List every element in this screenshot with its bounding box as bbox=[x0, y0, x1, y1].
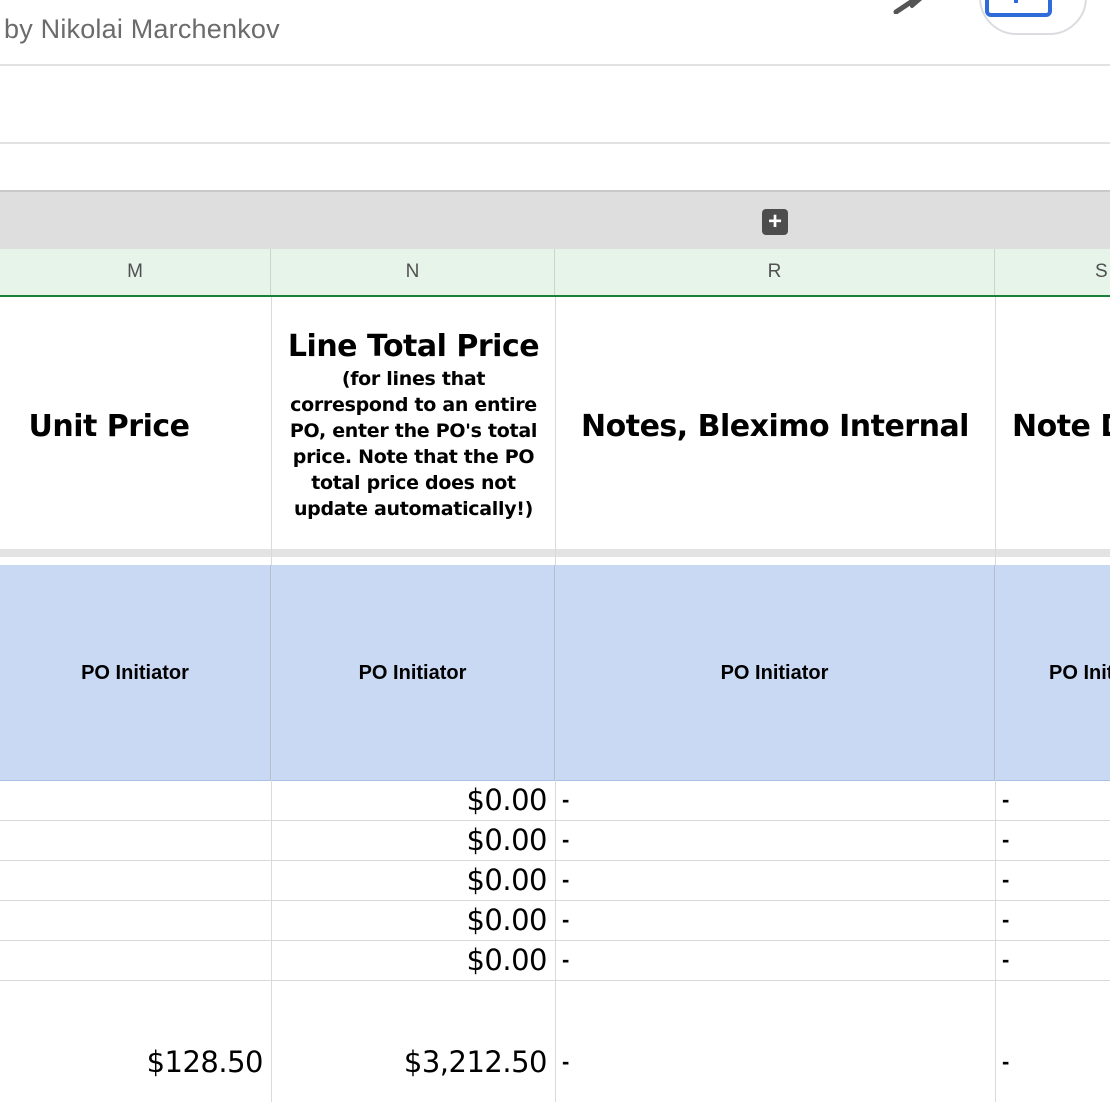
note-d-cell[interactable]: - bbox=[995, 981, 1110, 1102]
column-divider bbox=[995, 297, 996, 1102]
note-d-cell[interactable]: - bbox=[995, 861, 1110, 901]
plus-icon[interactable]: + bbox=[762, 209, 788, 235]
notes-cell[interactable]: - bbox=[555, 941, 995, 981]
share-icon bbox=[985, 0, 1052, 17]
formula-bar[interactable] bbox=[0, 144, 1110, 191]
column-header-m[interactable]: M bbox=[0, 249, 271, 295]
notes-cell[interactable]: - bbox=[555, 861, 995, 901]
line-total-cell[interactable]: $0.00 bbox=[271, 821, 555, 861]
column-group-bar: + bbox=[0, 190, 1110, 249]
notes-cell[interactable]: - bbox=[555, 901, 995, 941]
unit-price-cell[interactable] bbox=[0, 901, 271, 941]
line-total-title: Line Total Price bbox=[287, 329, 540, 364]
notes-cell[interactable]: - bbox=[555, 821, 995, 861]
pen-icon[interactable] bbox=[890, 0, 930, 14]
column-header-n[interactable]: N bbox=[271, 249, 555, 295]
spreadsheet-view: by Nikolai Marchenkov + M N R S Unit Pri… bbox=[0, 0, 1110, 1102]
note-d-header[interactable]: Note D bbox=[1012, 409, 1110, 444]
line-total-cell[interactable]: $0.00 bbox=[271, 901, 555, 941]
column-divider bbox=[271, 297, 272, 1102]
column-headers: M N R S bbox=[0, 249, 1110, 297]
note-d-cell[interactable]: - bbox=[995, 941, 1110, 981]
notes-cell[interactable]: - bbox=[555, 781, 995, 821]
unit-price-cell[interactable] bbox=[0, 821, 271, 861]
line-total-cell[interactable]: $0.00 bbox=[271, 861, 555, 901]
author-label: by Nikolai Marchenkov bbox=[4, 14, 280, 44]
role-cell[interactable]: PO Initiator bbox=[271, 565, 555, 781]
column-header-r[interactable]: R bbox=[555, 249, 995, 295]
notes-internal-header[interactable]: Notes, Bleximo Internal bbox=[555, 409, 995, 444]
unit-price-header[interactable]: Unit Price bbox=[0, 409, 218, 444]
line-total-cell[interactable]: $0.00 bbox=[271, 781, 555, 821]
note-d-cell[interactable]: - bbox=[995, 781, 1110, 821]
unit-price-cell[interactable] bbox=[0, 781, 271, 821]
note-d-cell[interactable]: - bbox=[995, 901, 1110, 941]
line-total-note: (for lines that correspond to an entire … bbox=[289, 368, 538, 520]
role-cell[interactable]: PO Init bbox=[995, 565, 1110, 781]
line-total-header[interactable]: Line Total Price (for lines that corresp… bbox=[272, 329, 555, 522]
sheet-grid: Unit Price Line Total Price (for lines t… bbox=[0, 297, 1110, 1102]
unit-price-cell[interactable] bbox=[0, 861, 271, 901]
toolbar-row bbox=[0, 66, 1110, 144]
role-cell[interactable]: PO Initiator bbox=[0, 565, 271, 781]
unit-price-cell[interactable] bbox=[0, 941, 271, 981]
column-header-s[interactable]: S bbox=[995, 249, 1110, 295]
notes-cell[interactable]: - bbox=[555, 981, 995, 1102]
line-total-cell[interactable]: $0.00 bbox=[271, 941, 555, 981]
column-divider bbox=[555, 297, 556, 1102]
share-button[interactable] bbox=[979, 0, 1087, 35]
line-total-cell[interactable]: $3,212.50 bbox=[271, 981, 555, 1102]
note-d-cell[interactable]: - bbox=[995, 821, 1110, 861]
unit-price-cell[interactable]: $128.50 bbox=[0, 981, 271, 1102]
role-cell[interactable]: PO Initiator bbox=[555, 565, 995, 781]
document-header: by Nikolai Marchenkov bbox=[0, 0, 1110, 66]
